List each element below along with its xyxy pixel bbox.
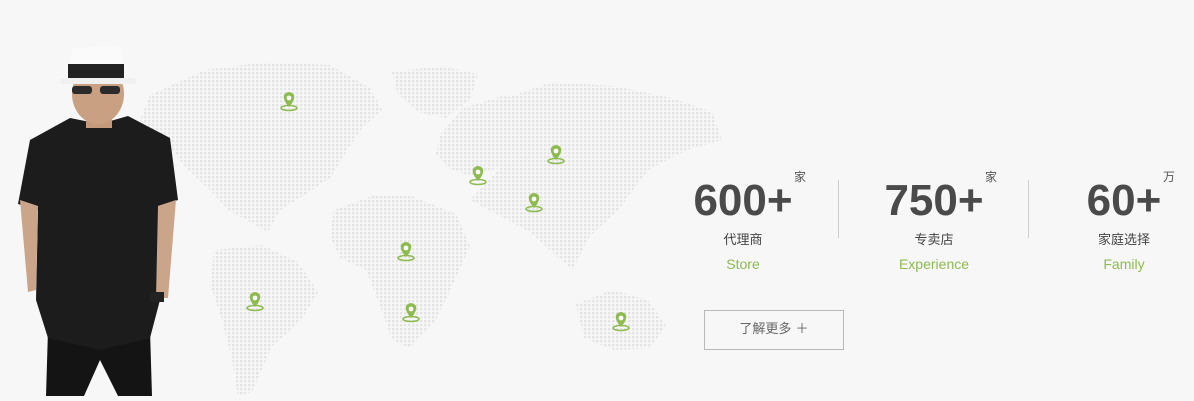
stat-label-cn: 代理商: [723, 233, 763, 248]
stat-label-en: Store: [726, 256, 760, 272]
stat-label-cn: 家庭选择: [1097, 233, 1150, 248]
stat-family: 60+ 万 家庭选择 Family: [1029, 170, 1194, 274]
stat-label-en: Family: [1103, 256, 1145, 272]
continent-africa: [330, 196, 470, 348]
learn-more-button[interactable]: 了解更多 ＋: [704, 310, 844, 350]
stat-experience: 750+ 家 专卖店 Experience: [839, 170, 1029, 274]
stats-panel: 600+ 家 代理商 Store 750+ 家 专卖店 Experience 6…: [648, 170, 1194, 280]
stat-number: 600+: [693, 176, 793, 225]
stat-label-en: Experience: [898, 256, 970, 272]
model-person-image: [18, 46, 178, 396]
stat-unit: 家: [794, 170, 807, 184]
continent-south-america: [210, 245, 318, 396]
stat-unit: 万: [1163, 170, 1176, 184]
stat-number: 750+: [884, 176, 984, 225]
stat-store: 600+ 家 代理商 Store: [648, 170, 838, 274]
stat-unit: 家: [985, 170, 998, 184]
stat-label-cn: 专卖店: [914, 233, 954, 248]
